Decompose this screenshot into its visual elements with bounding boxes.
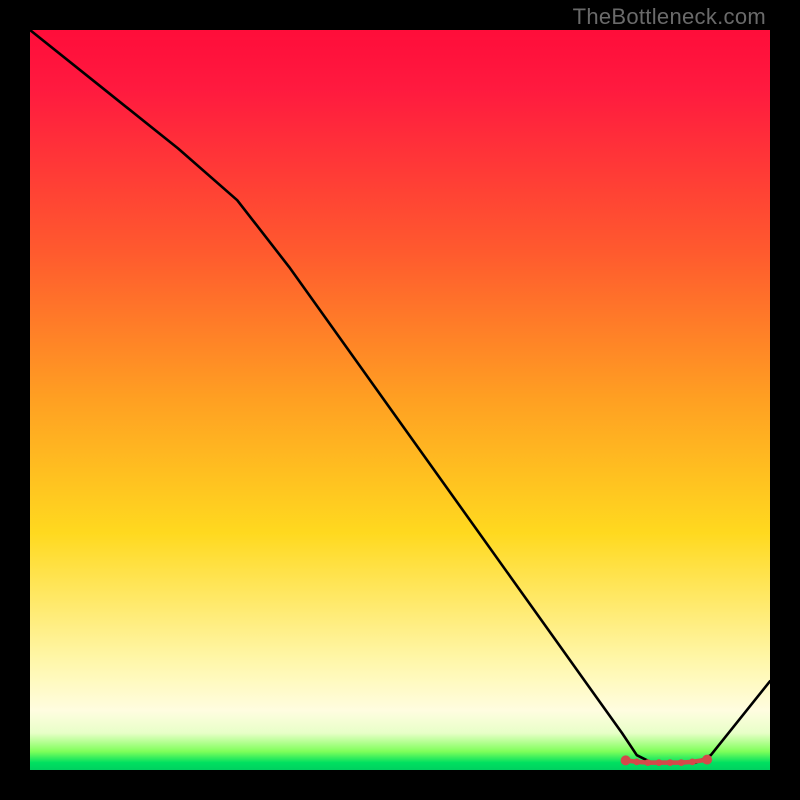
chart-marker-dot: [645, 759, 652, 766]
chart-line: [30, 30, 770, 763]
chart-marker-dot: [633, 759, 640, 766]
chart-svg-layer: [30, 30, 770, 770]
chart-marker-dot: [702, 755, 712, 765]
watermark-text: TheBottleneck.com: [573, 4, 766, 30]
chart-marker-dot: [656, 759, 663, 766]
chart-stage: TheBottleneck.com: [0, 0, 800, 800]
chart-marker-dot: [678, 759, 685, 766]
chart-marker-dot: [689, 759, 696, 766]
chart-marker-dot: [621, 755, 631, 765]
chart-markers: [621, 755, 712, 766]
chart-marker-dot: [667, 759, 674, 766]
chart-plot-area: [30, 30, 770, 770]
